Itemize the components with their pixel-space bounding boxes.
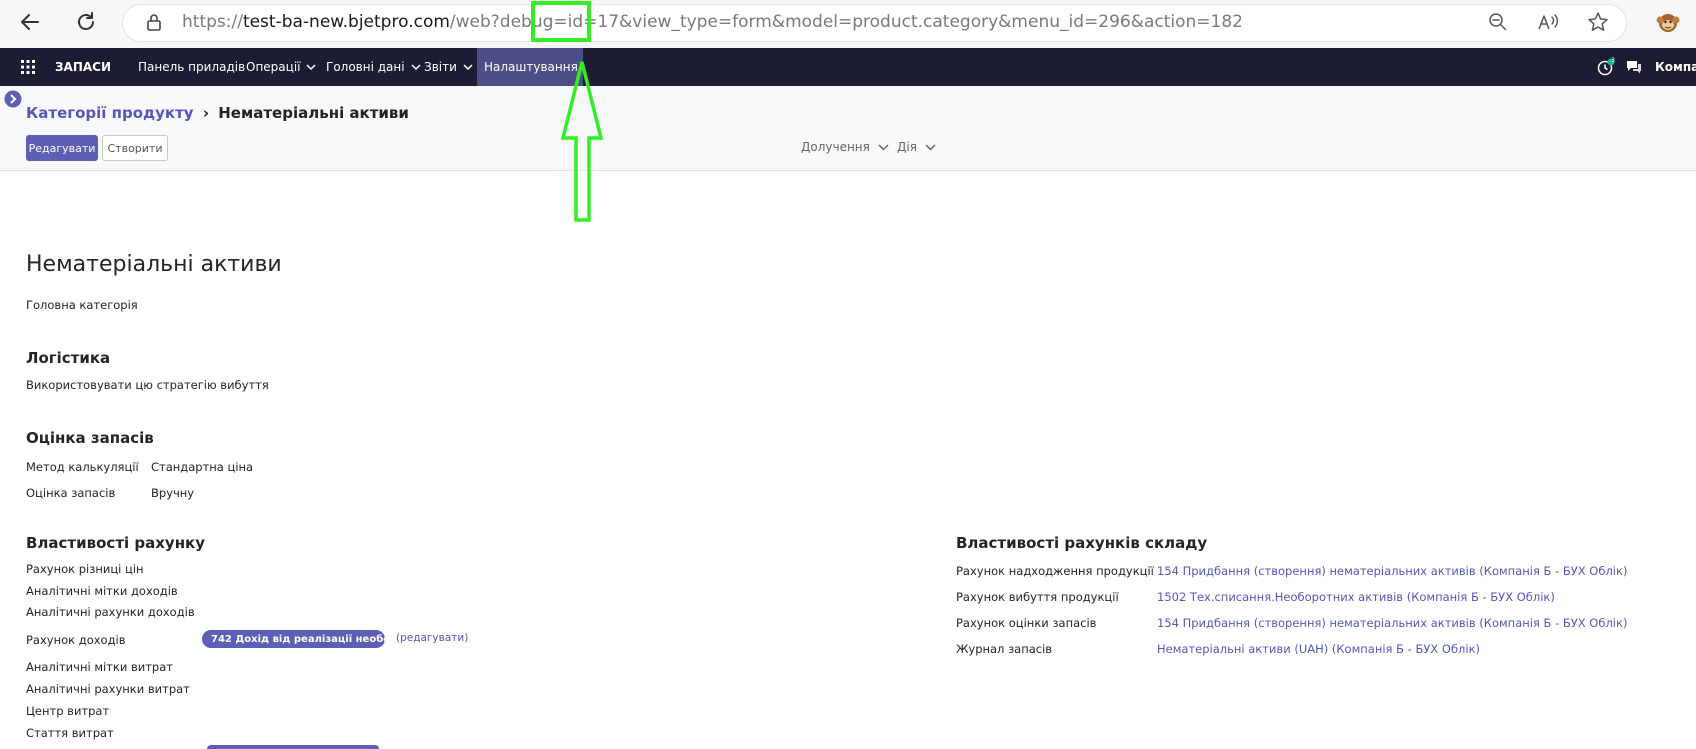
url-text[interactable]: https://test-ba-new.bjetpro.com/web?debu… bbox=[182, 12, 1243, 32]
create-button[interactable]: Створити bbox=[102, 135, 168, 161]
stock-output-account-label: Рахунок вибуття продукції bbox=[956, 590, 1119, 604]
lock-icon[interactable] bbox=[142, 10, 166, 34]
breadcrumb: Категорії продукту › Нематеріальні актив… bbox=[26, 104, 409, 122]
menu-dashboard[interactable]: Панель приладів bbox=[138, 48, 245, 86]
breadcrumb-separator-icon: › bbox=[202, 104, 210, 122]
menu-reports[interactable]: Звіти bbox=[424, 48, 473, 86]
stock-journal-label: Журнал запасів bbox=[956, 642, 1053, 656]
account-properties-section-title: Властивості рахунку bbox=[26, 534, 206, 552]
income-account-tag[interactable]: 742 Дохід від реалізації необоротн... bbox=[202, 630, 385, 648]
income-account-label: Рахунок доходів bbox=[26, 633, 126, 647]
stock-journal-link[interactable]: Нематеріальні активи (UAH) (Компанія Б -… bbox=[1157, 642, 1480, 656]
url-host: test-ba-new.bjetpro.com bbox=[242, 12, 450, 32]
income-analytic-tags-label: Аналітичні мітки доходів bbox=[26, 584, 178, 598]
chevron-down-icon bbox=[925, 143, 936, 151]
chat-icon[interactable] bbox=[1626, 48, 1642, 86]
chevron-down-icon bbox=[878, 143, 889, 151]
chevron-down-icon bbox=[463, 64, 473, 70]
stock-valuation-account-link[interactable]: 154 Придбання (створення) нематеріальних… bbox=[1157, 616, 1627, 630]
income-account-edit-link[interactable]: (редагувати) bbox=[396, 632, 468, 644]
favorite-star-icon[interactable] bbox=[1586, 10, 1610, 34]
menu-master-data[interactable]: Головні дані bbox=[326, 48, 421, 86]
menu-operations-label: Операції bbox=[246, 60, 301, 74]
removal-strategy-label: Використовувати цю стратегію вибуття bbox=[26, 378, 269, 392]
menu-operations[interactable]: Операції bbox=[246, 48, 317, 86]
breadcrumb-parent-link[interactable]: Категорії продукту bbox=[26, 104, 194, 122]
stock-input-account-link[interactable]: 154 Придбання (створення) нематеріальних… bbox=[1157, 564, 1627, 578]
valuation-value: Вручну bbox=[151, 486, 195, 500]
activity-badge: 3 bbox=[1611, 57, 1615, 64]
profile-avatar-icon[interactable] bbox=[1655, 9, 1681, 35]
stock-input-account-label: Рахунок надходження продукції bbox=[956, 564, 1154, 578]
app-name[interactable]: ЗАПАСИ bbox=[55, 48, 111, 86]
valuation-label: Оцінка запасів bbox=[26, 486, 116, 500]
costing-method-label: Метод калькуляції bbox=[26, 460, 139, 474]
menu-dashboard-label: Панель приладів bbox=[138, 60, 246, 74]
attachments-dropdown[interactable]: Долучення bbox=[801, 140, 889, 154]
breadcrumb-current: Нематеріальні активи bbox=[218, 104, 409, 122]
cost-center-label: Центр витрат bbox=[26, 704, 110, 718]
url-prefix: https:// bbox=[182, 12, 243, 32]
zoom-out-icon[interactable] bbox=[1486, 10, 1510, 34]
back-icon[interactable] bbox=[14, 6, 46, 38]
action-dropdown-label: Дія bbox=[897, 140, 917, 154]
reload-icon[interactable] bbox=[70, 6, 102, 38]
annotation-highlight-box bbox=[531, 1, 591, 42]
costing-method-value: Стандартна ціна bbox=[151, 460, 254, 474]
expense-item-label: Стаття витрат bbox=[26, 726, 114, 740]
sidebar-toggle-icon[interactable] bbox=[4, 90, 22, 112]
logistics-section-title: Логістика bbox=[26, 349, 111, 367]
apps-grid-icon[interactable] bbox=[20, 48, 36, 86]
read-aloud-icon[interactable] bbox=[1536, 10, 1560, 34]
activity-clock-icon[interactable] bbox=[1597, 48, 1615, 86]
expense-analytic-accounts-label: Аналітичні рахунки витрат bbox=[26, 682, 190, 696]
parent-category-label: Головна категорія bbox=[26, 298, 138, 312]
chevron-down-icon bbox=[411, 64, 421, 70]
action-dropdown[interactable]: Дія bbox=[897, 140, 936, 154]
price-difference-account-label: Рахунок різниці цін bbox=[26, 562, 144, 576]
stock-output-account-link[interactable]: 1502 Тех.списання.Необоротних активів (К… bbox=[1157, 590, 1555, 604]
stock-account-properties-section-title: Властивості рахунків складу bbox=[956, 534, 1208, 552]
stock-valuation-account-label: Рахунок оцінки запасів bbox=[956, 616, 1097, 630]
company-switcher[interactable]: Компан bbox=[1655, 48, 1696, 86]
chevron-down-icon bbox=[306, 64, 317, 70]
income-analytic-accounts-label: Аналітичні рахунки доходів bbox=[26, 605, 195, 619]
menu-master-data-label: Головні дані bbox=[326, 60, 405, 74]
inventory-valuation-section-title: Оцінка запасів bbox=[26, 429, 154, 447]
edit-button[interactable]: Редагувати bbox=[26, 135, 98, 161]
expense-account-tag[interactable] bbox=[207, 745, 379, 749]
record-title: Нематеріальні активи bbox=[26, 252, 282, 277]
expense-analytic-tags-label: Аналітичні мітки витрат bbox=[26, 660, 173, 674]
annotation-arrow-icon bbox=[560, 61, 604, 222]
menu-reports-label: Звіти bbox=[424, 60, 457, 74]
attachments-dropdown-label: Долучення bbox=[801, 140, 870, 154]
control-panel bbox=[0, 86, 1696, 171]
